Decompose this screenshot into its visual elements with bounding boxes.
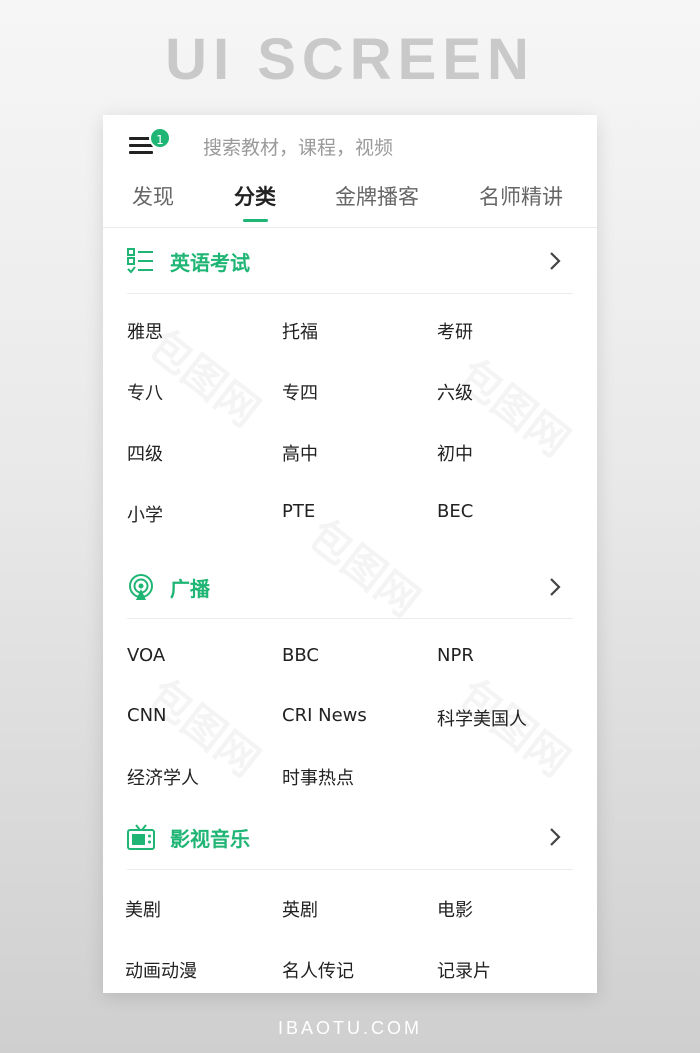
top-bar: 1 搜索教材，课程，视频: [103, 115, 597, 175]
category-item[interactable]: 英剧: [282, 896, 318, 922]
broadcast-icon: [129, 574, 153, 600]
chevron-right-icon: [550, 252, 561, 270]
category-item[interactable]: 美剧: [125, 896, 161, 922]
category-item[interactable]: CNN: [127, 705, 167, 726]
tv-icon: [127, 824, 155, 850]
section-header-broadcast[interactable]: 广播: [103, 555, 597, 619]
category-item[interactable]: 名人传记: [282, 957, 354, 983]
category-item[interactable]: BEC: [437, 501, 473, 522]
category-item[interactable]: PTE: [282, 501, 315, 522]
category-item[interactable]: 托福: [282, 318, 318, 344]
category-item[interactable]: 高中: [282, 440, 318, 466]
chevron-right-icon: [550, 828, 561, 846]
category-item[interactable]: 雅思: [127, 318, 163, 344]
tab-gold-podcast[interactable]: 金牌播客: [335, 181, 419, 211]
divider: [127, 618, 573, 619]
phone-screen: 包图网 包图网 包图网 包图网 包图网 1 搜索教材，课程，视频 发现 分类 金…: [103, 115, 597, 993]
category-item[interactable]: 初中: [437, 440, 473, 466]
tab-bar: 发现 分类 金牌播客 名师精讲: [103, 177, 597, 228]
category-item[interactable]: BBC: [282, 645, 319, 666]
notification-badge: 1: [149, 127, 171, 149]
category-item[interactable]: CRI News: [282, 705, 367, 726]
tab-discover[interactable]: 发现: [132, 181, 174, 211]
category-item[interactable]: 六级: [437, 379, 473, 405]
category-item[interactable]: 科学美国人: [437, 705, 527, 731]
category-item[interactable]: VOA: [127, 645, 165, 666]
checklist-icon: [127, 248, 153, 274]
active-tab-indicator: [243, 219, 268, 222]
footer-site: IBAOTU.COM: [277, 1018, 422, 1038]
divider: [127, 293, 573, 294]
section-title: 影视音乐: [170, 827, 250, 851]
search-input[interactable]: 搜索教材，课程，视频: [203, 133, 393, 160]
tab-category[interactable]: 分类: [234, 181, 276, 211]
category-item[interactable]: 四级: [127, 440, 163, 466]
category-item[interactable]: 电影: [437, 896, 473, 922]
category-item[interactable]: 专四: [282, 379, 318, 405]
category-item[interactable]: 经济学人: [127, 764, 199, 790]
category-item[interactable]: 时事热点: [282, 764, 354, 790]
chevron-right-icon: [550, 578, 561, 596]
section-title: 英语考试: [170, 251, 250, 275]
category-item[interactable]: 考研: [437, 318, 473, 344]
category-item[interactable]: 记录片: [437, 957, 491, 983]
tab-famous-teacher[interactable]: 名师精讲: [479, 181, 563, 211]
banner-title: UI SCREEN: [165, 27, 535, 92]
category-item[interactable]: 动画动漫: [125, 957, 197, 983]
section-title: 广播: [170, 577, 210, 601]
category-item[interactable]: 小学: [127, 501, 163, 527]
category-item[interactable]: 专八: [127, 379, 163, 405]
section-header-english-exam[interactable]: 英语考试: [103, 229, 597, 293]
divider: [127, 869, 573, 870]
section-header-film-music[interactable]: 影视音乐: [103, 805, 597, 869]
category-item[interactable]: NPR: [437, 645, 474, 666]
